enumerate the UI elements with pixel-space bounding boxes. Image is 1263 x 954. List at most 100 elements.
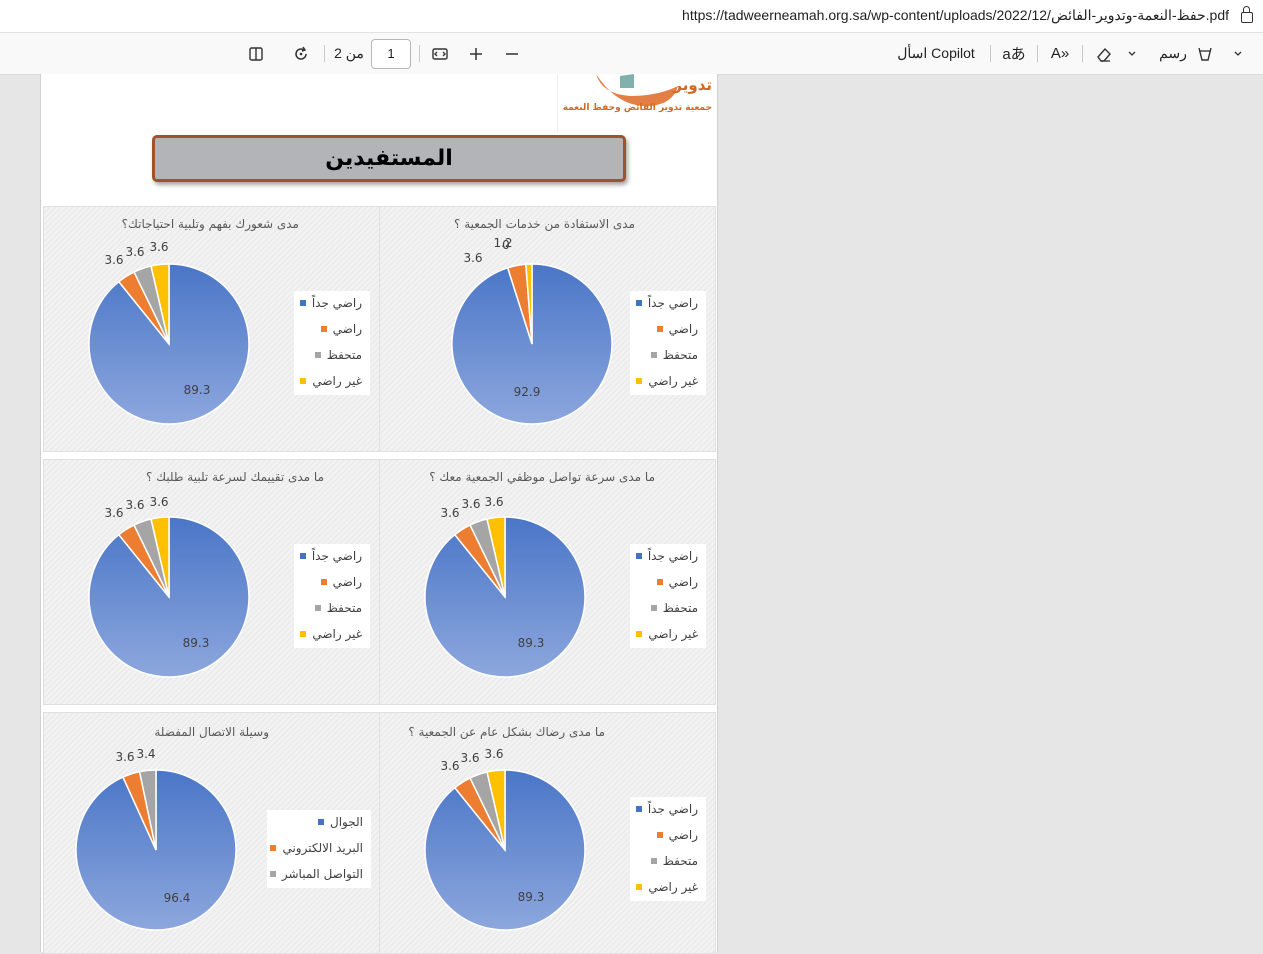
data-label: 89.3 <box>183 636 210 650</box>
fit-width-icon[interactable] <box>428 33 452 74</box>
eraser-icon[interactable] <box>1092 33 1116 74</box>
legend-item: راضي <box>320 322 362 336</box>
legend-item: متحفظ <box>650 601 698 615</box>
chart-legend: راضي جداً راضي متحفظ غير راضي <box>630 291 706 395</box>
legend-label: متحفظ <box>326 601 362 615</box>
chart-legend: راضي جداً راضي متحفظ غير راضي <box>294 291 370 395</box>
chart-title: ما مدى رضاك بشكل عام عن الجمعية ؟ <box>408 725 605 739</box>
legend-swatch <box>269 871 276 877</box>
chart-title: ما مدى تقييمك لسرعة تلبية طلبك ؟ <box>146 470 324 484</box>
chart-title: مدى شعورك بفهم وتلبية احتياجاتك؟ <box>121 217 299 231</box>
legend-label: راضي جداً <box>647 296 698 310</box>
chart-staff-speed: 89.3 3.6 3.6 3.6 ما مدى سرعة تواصل موظفي الج… <box>379 459 716 705</box>
data-label: 3.6 <box>440 506 459 520</box>
legend-label: البريد الالكتروني <box>282 841 363 855</box>
legend-label: راضي جداً <box>647 802 698 816</box>
legend-item: راضي جداً <box>635 549 698 563</box>
translate-icon[interactable]: aあ <box>1000 33 1028 74</box>
data-label: 3.6 <box>463 251 482 265</box>
legend-label: راضي جداً <box>647 549 698 563</box>
data-label: 3.6 <box>440 759 459 773</box>
legend-item: متحفظ <box>314 348 362 362</box>
legend-swatch <box>299 300 306 306</box>
url-text[interactable]: https://tadweerneamah.org.sa/wp-content/… <box>682 7 1229 24</box>
chart-legend: راضي جداً راضي متحفظ غير راضي <box>630 797 706 901</box>
data-label: 3.6 <box>149 240 168 254</box>
legend-item: متحفظ <box>650 348 698 362</box>
data-label: 96.4 <box>164 891 191 905</box>
read-aloud-icon[interactable]: A» <box>1046 33 1074 74</box>
legend-label: راضي جداً <box>311 549 362 563</box>
chart-request-speed: 89.3 3.6 3.6 3.6 ما مدى تقييمك لسرعة تلبية ط… <box>43 459 380 705</box>
lock-icon[interactable] <box>1241 6 1253 23</box>
legend-label: غير راضي <box>648 627 698 641</box>
data-label: 3.6 <box>460 751 479 765</box>
draw-pen-icon[interactable] <box>1193 33 1217 74</box>
legend-label: راضي <box>668 322 698 336</box>
legend-label: التواصل المباشر <box>281 867 363 881</box>
page-view-icon[interactable] <box>244 33 268 74</box>
legend-label: راضي <box>668 575 698 589</box>
data-label: 3.4 <box>136 747 155 761</box>
ask-copilot-button[interactable]: اسأل Copilot <box>892 33 980 74</box>
legend-item: الجوال <box>318 815 363 829</box>
legend-item: غير راضي <box>636 627 698 641</box>
data-label: 3.6 <box>484 495 503 509</box>
legend-item: متحفظ <box>650 854 698 868</box>
pdf-toolbar: من 2 1 اسأل Copilot aあ A» رسم <box>0 33 1263 75</box>
legend-swatch <box>300 631 307 637</box>
zoom-out-icon[interactable] <box>500 33 524 74</box>
legend-item: متحفظ <box>314 601 362 615</box>
legend-item: راضي <box>320 575 362 589</box>
legend-label: متحفظ <box>326 348 362 362</box>
address-bar[interactable]: https://tadweerneamah.org.sa/wp-content/… <box>0 0 1263 33</box>
data-label: 1.2 <box>493 236 512 250</box>
legend-item: راضي <box>656 828 698 842</box>
legend-item: غير راضي <box>636 374 698 388</box>
page-number-input[interactable]: 1 <box>371 39 411 69</box>
rotate-icon[interactable] <box>289 33 313 74</box>
legend-label: راضي <box>668 828 698 842</box>
legend-swatch <box>635 553 642 559</box>
logo-name: تدوير <box>672 76 712 94</box>
legend-label: غير راضي <box>312 627 362 641</box>
page-count: من 2 <box>334 45 364 61</box>
legend-label: غير راضي <box>648 880 698 894</box>
legend-item: راضي <box>656 575 698 589</box>
legend-swatch <box>300 378 307 384</box>
chart-title: ما مدى سرعة تواصل موظفي الجمعية معك ؟ <box>429 470 655 484</box>
data-label: 89.3 <box>518 636 545 650</box>
data-label: 3.6 <box>461 497 480 511</box>
chart-legend: راضي جداً راضي متحفظ غير راضي <box>294 544 370 648</box>
legend-swatch <box>636 884 643 890</box>
draw-chevron-down-icon[interactable] <box>1230 33 1246 74</box>
draw-button[interactable]: رسم <box>1156 33 1190 74</box>
zoom-in-icon[interactable] <box>464 33 488 74</box>
legend-label: متحفظ <box>662 348 698 362</box>
legend-item: راضي جداً <box>635 802 698 816</box>
data-label: 92.9 <box>514 385 541 399</box>
legend-swatch <box>635 300 642 306</box>
legend-swatch <box>320 579 327 585</box>
legend-item: غير راضي <box>636 880 698 894</box>
legend-swatch <box>314 352 321 358</box>
data-label: 3.6 <box>115 750 134 764</box>
legend-label: راضي <box>332 575 362 589</box>
legend-item: راضي جداً <box>299 296 362 310</box>
legend-swatch <box>270 845 277 851</box>
legend-swatch <box>650 858 657 864</box>
chart-title: وسيلة الاتصال المفضلة <box>154 725 269 739</box>
data-label: 3.6 <box>149 495 168 509</box>
legend-label: غير راضي <box>312 374 362 388</box>
chart-needs: 89.3 3.6 3.6 3.6 مدى شعورك بفهم وتلبية احتيا… <box>43 206 380 452</box>
legend-swatch <box>318 819 324 825</box>
legend-label: الجوال <box>330 815 363 829</box>
chart-legend: الجوال البريد الالكتروني التواصل المباشر <box>267 810 371 888</box>
data-label: 3.6 <box>104 253 123 267</box>
legend-item: التواصل المباشر <box>269 867 363 881</box>
logo-subtitle: جمعية تدوير الفائض وحفظ النعمة <box>563 103 712 113</box>
legend-swatch <box>656 579 663 585</box>
eraser-chevron-down-icon[interactable] <box>1124 33 1140 74</box>
chart-overall: 89.3 3.6 3.6 3.6 ما مدى رضاك بشكل عام عن الج… <box>379 712 716 954</box>
legend-swatch <box>656 832 663 838</box>
